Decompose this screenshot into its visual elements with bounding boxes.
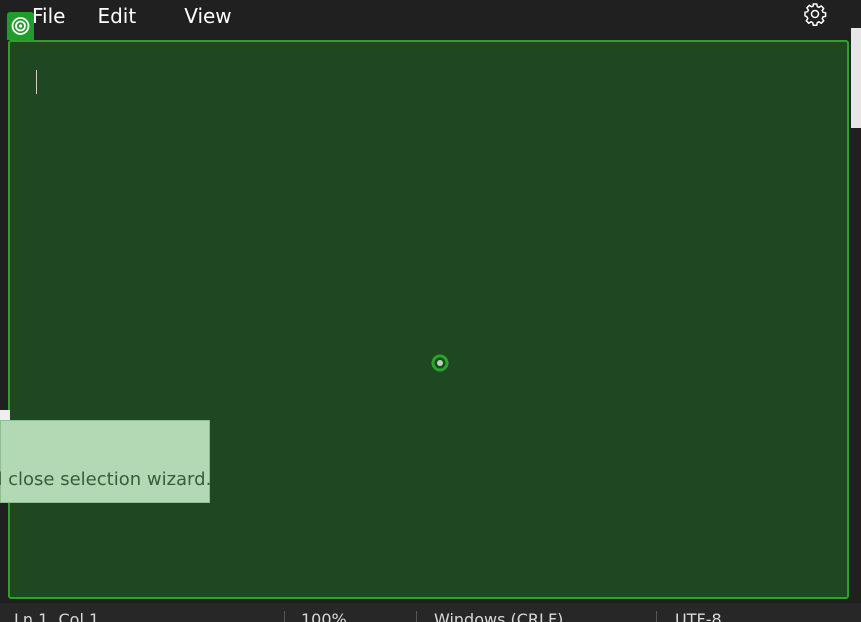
status-encoding[interactable]: UTF-8 bbox=[675, 610, 722, 622]
status-separator bbox=[284, 611, 285, 622]
status-separator bbox=[656, 611, 657, 622]
wizard-tooltip: d close selection wizard. bbox=[0, 420, 212, 503]
status-line-ending[interactable]: Windows (CRLF) bbox=[434, 610, 563, 622]
menu-edit[interactable]: Edit bbox=[86, 0, 147, 38]
status-bar: Ln 1, Col 1 100% Windows (CRLF) UTF-8 bbox=[0, 603, 861, 622]
menu-bar: File Edit View bbox=[0, 0, 861, 38]
status-zoom[interactable]: 100% bbox=[301, 610, 347, 622]
target-icon[interactable] bbox=[7, 12, 34, 40]
status-position: Ln 1, Col 1 bbox=[14, 610, 100, 622]
gear-icon[interactable] bbox=[803, 2, 827, 26]
crosshair-icon[interactable] bbox=[431, 354, 449, 372]
text-caret bbox=[36, 70, 37, 94]
selection-overlay[interactable] bbox=[8, 40, 849, 599]
tooltip-text: d close selection wizard. bbox=[0, 469, 212, 490]
status-separator bbox=[416, 611, 417, 622]
menu-view[interactable]: View bbox=[173, 0, 242, 38]
background-window-edge bbox=[851, 28, 861, 128]
